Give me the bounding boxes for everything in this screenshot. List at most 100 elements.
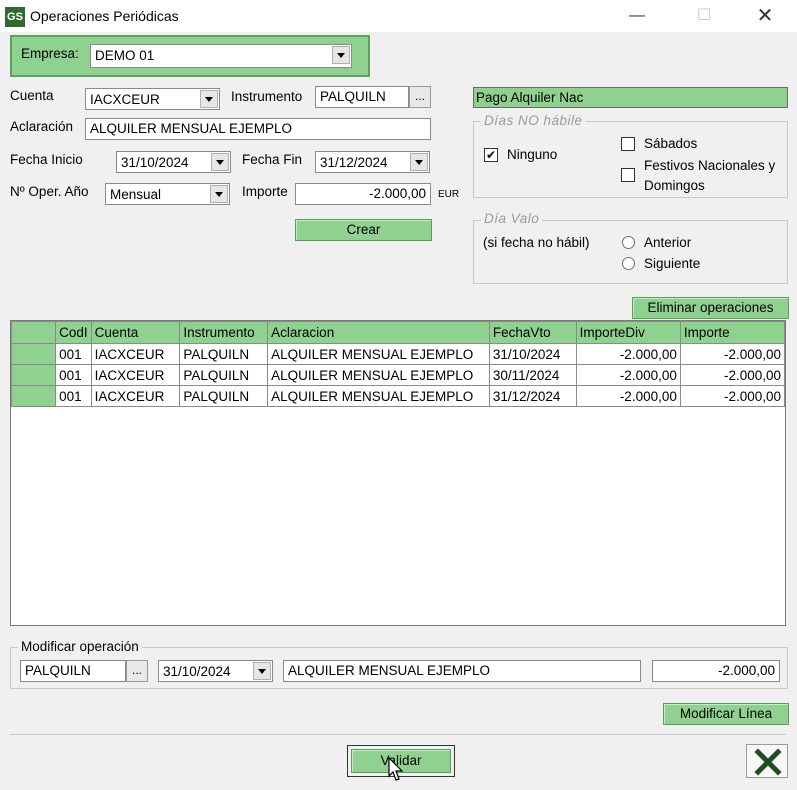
aclaracion-input[interactable]: ALQUILER MENSUAL EJEMPLO — [85, 118, 431, 140]
chevron-down-icon[interactable] — [211, 153, 229, 171]
dia-valor-group — [473, 220, 788, 284]
noper-select[interactable]: Mensual — [105, 183, 230, 205]
column-header-importe[interactable]: Importe — [679, 321, 786, 344]
operations-grid[interactable]: CodI Cuenta Instrumento Aclaracion Fecha… — [10, 320, 786, 626]
cell-importediv: -2.000,00 — [575, 364, 681, 386]
title-bar: GS Operaciones Periódicas — ☐ ✕ — [0, 0, 797, 32]
modificar-title: Modificar operación — [18, 639, 142, 654]
row-selector[interactable] — [10, 385, 57, 407]
fecha-fin-label: Fecha Fin — [242, 152, 303, 167]
mouse-cursor-icon — [388, 757, 404, 781]
cell-importe: -2.000,00 — [679, 364, 786, 386]
column-header-cuenta[interactable]: Cuenta — [90, 321, 181, 344]
app-logo-icon: GS — [5, 7, 25, 27]
column-header-aclaracion[interactable]: Aclaracion — [267, 321, 490, 344]
eliminar-operaciones-button[interactable]: Eliminar operaciones — [632, 297, 789, 319]
ninguno-label: Ninguno — [507, 147, 558, 162]
cell-instrumento: PALQUILN — [179, 385, 269, 407]
importe-label: Importe — [242, 184, 288, 199]
table-row[interactable]: 001 IACXCEUR PALQUILN ALQUILER MENSUAL E… — [10, 385, 786, 407]
cell-fechavto: 31/10/2024 — [488, 343, 577, 365]
table-header-row: CodI Cuenta Instrumento Aclaracion Fecha… — [10, 321, 786, 344]
cell-importe: -2.000,00 — [679, 343, 786, 365]
cell-aclaracion: ALQUILER MENSUAL EJEMPLO — [267, 385, 490, 407]
instrumento-input[interactable]: PALQUILN — [315, 86, 409, 108]
empresa-panel: Empresa: DEMO 01 — [10, 35, 370, 77]
chevron-down-icon[interactable] — [210, 185, 228, 203]
fecha-inicio-label: Fecha Inicio — [10, 152, 83, 167]
modificar-fecha-picker[interactable]: 31/10/2024 — [158, 660, 273, 682]
currency-label: EUR — [438, 189, 460, 200]
festivos-label-line1: Festivos Nacionales y — [644, 158, 776, 173]
ninguno-checkbox[interactable]: ✔ — [484, 148, 498, 162]
anterior-radio[interactable] — [622, 236, 635, 249]
instrument-description: Pago Alquiler Nac — [473, 87, 788, 108]
cell-importe: -2.000,00 — [679, 385, 786, 407]
cell-importediv: -2.000,00 — [575, 343, 681, 365]
cuenta-value: IACXCEUR — [90, 92, 160, 107]
exit-x-icon — [754, 748, 782, 776]
cell-aclaracion: ALQUILER MENSUAL EJEMPLO — [267, 364, 490, 386]
crear-button[interactable]: Crear — [295, 219, 432, 241]
column-header-instrumento[interactable]: Instrumento — [179, 321, 269, 344]
importe-input[interactable]: -2.000,00 — [295, 183, 431, 205]
row-selector[interactable] — [10, 364, 57, 386]
dia-valor-caption: (si fecha no hábil) — [483, 235, 590, 250]
divider — [10, 734, 786, 735]
siguiente-label: Siguiente — [644, 256, 701, 271]
empresa-select[interactable]: DEMO 01 — [90, 44, 352, 68]
minimize-icon[interactable]: — — [614, 0, 660, 32]
chevron-down-icon[interactable] — [200, 90, 218, 108]
exit-button[interactable] — [746, 744, 788, 778]
dia-valor-title: Día Valo — [481, 211, 543, 226]
column-header-selector — [10, 321, 57, 344]
chevron-down-icon[interactable] — [332, 46, 350, 64]
column-header-fechavto[interactable]: FechaVto — [488, 321, 577, 344]
cuenta-select[interactable]: IACXCEUR — [85, 88, 220, 110]
festivos-checkbox[interactable] — [621, 168, 635, 182]
cell-instrumento: PALQUILN — [179, 343, 269, 365]
modificar-importe-input[interactable]: -2.000,00 — [652, 660, 780, 682]
row-selector[interactable] — [10, 343, 57, 365]
modificar-browse-button[interactable]: ... — [126, 660, 148, 682]
column-header-codi[interactable]: CodI — [55, 321, 92, 344]
chevron-down-icon[interactable] — [410, 153, 428, 171]
instrumento-label: Instrumento — [231, 89, 303, 104]
noper-value: Mensual — [110, 187, 162, 202]
sabados-label: Sábados — [644, 136, 698, 151]
cell-cuenta: IACXCEUR — [90, 343, 181, 365]
noper-label: Nº Oper. Año — [10, 184, 89, 199]
empresa-label: Empresa: — [21, 46, 79, 61]
cell-importediv: -2.000,00 — [575, 385, 681, 407]
cell-codi: 001 — [55, 343, 92, 365]
fecha-fin-picker[interactable]: 31/12/2024 — [315, 151, 430, 173]
column-header-importediv[interactable]: ImporteDiv — [575, 321, 681, 344]
modificar-aclaracion-input[interactable]: ALQUILER MENSUAL EJEMPLO — [283, 660, 641, 682]
maximize-icon[interactable]: ☐ — [681, 0, 727, 32]
dias-no-habiles-title: Días NO hábile — [481, 113, 586, 128]
cell-cuenta: IACXCEUR — [90, 385, 181, 407]
fecha-fin-value: 31/12/2024 — [320, 155, 388, 170]
chevron-down-icon[interactable] — [253, 662, 271, 680]
cell-aclaracion: ALQUILER MENSUAL EJEMPLO — [267, 343, 490, 365]
instrumento-browse-button[interactable]: ... — [409, 86, 431, 108]
sabados-checkbox[interactable] — [621, 137, 635, 151]
operations-table: CodI Cuenta Instrumento Aclaracion Fecha… — [10, 321, 786, 407]
cell-codi: 001 — [55, 385, 92, 407]
fecha-inicio-value: 31/10/2024 — [121, 155, 189, 170]
cell-cuenta: IACXCEUR — [90, 364, 181, 386]
modificar-linea-button[interactable]: Modificar Línea — [663, 703, 789, 725]
cell-fechavto: 30/11/2024 — [488, 364, 577, 386]
cell-fechavto: 31/12/2024 — [488, 385, 577, 407]
table-row[interactable]: 001 IACXCEUR PALQUILN ALQUILER MENSUAL E… — [10, 343, 786, 365]
table-row[interactable]: 001 IACXCEUR PALQUILN ALQUILER MENSUAL E… — [10, 364, 786, 386]
modificar-instrumento-input[interactable]: PALQUILN — [20, 660, 126, 682]
siguiente-radio[interactable] — [622, 257, 635, 270]
aclaracion-label: Aclaración — [10, 119, 74, 134]
cuenta-label: Cuenta — [10, 88, 54, 103]
modificar-fecha-value: 31/10/2024 — [163, 664, 231, 679]
fecha-inicio-picker[interactable]: 31/10/2024 — [116, 151, 231, 173]
close-icon[interactable]: ✕ — [742, 0, 788, 32]
cell-instrumento: PALQUILN — [179, 364, 269, 386]
cell-codi: 001 — [55, 364, 92, 386]
